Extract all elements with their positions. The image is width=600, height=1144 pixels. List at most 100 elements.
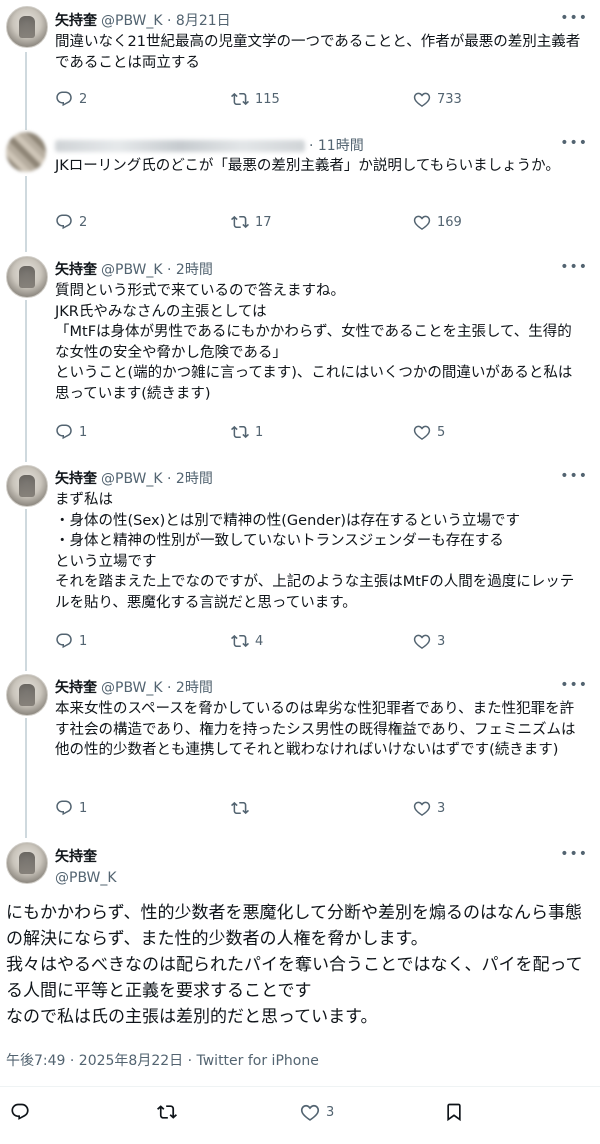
retweet-icon [231, 213, 249, 231]
retweet-button[interactable]: 115 [231, 90, 280, 108]
thread-line [25, 52, 27, 130]
like-count: 5 [437, 424, 446, 440]
handle-time[interactable]: @PBW_K · 2時間 [101, 680, 213, 696]
tweet-actions: 1 1 5 [55, 423, 600, 443]
bookmark-icon [444, 1102, 464, 1122]
like-count: 3 [326, 1104, 335, 1120]
retweet-icon [231, 632, 249, 650]
bookmark-button[interactable] [444, 1102, 464, 1122]
retweet-button[interactable]: 17 [231, 213, 272, 231]
author-name[interactable]: 矢持奎 [55, 13, 97, 29]
like-count: 3 [437, 633, 446, 649]
reply-icon [55, 423, 73, 441]
like-button[interactable]: 3 [413, 799, 445, 817]
tweet-actions: 1 4 3 [55, 632, 600, 652]
avatar[interactable] [6, 842, 48, 884]
tweet-actions: 1 3 [55, 799, 600, 819]
thread-line [25, 300, 27, 462]
handle-time[interactable]: @PBW_K · 8月21日 [101, 13, 231, 29]
heart-icon [413, 213, 431, 231]
retweet-button[interactable]: 1 [231, 423, 263, 441]
tweet-header: 矢持奎 @PBW_K · 8月21日 [55, 10, 231, 30]
reply-button[interactable]: 1 [55, 799, 87, 817]
reply-icon [55, 799, 73, 817]
divider [0, 1086, 600, 1087]
tweet-text: JKローリング氏のどこが「最悪の差別主義者」か説明してもらいましょうか。 [55, 158, 560, 174]
retweet-count: 4 [255, 633, 264, 649]
thread-line [25, 509, 27, 671]
like-button[interactable]: 169 [413, 213, 462, 231]
heart-icon [413, 799, 431, 817]
like-button[interactable]: 3 [300, 1102, 334, 1122]
tweet-header: 矢持奎 @PBW_K · 2時間 [55, 259, 213, 279]
author-name[interactable]: 矢持奎 [55, 471, 97, 487]
retweet-icon [231, 90, 249, 108]
reply-button[interactable]: 2 [55, 213, 87, 231]
like-count: 169 [437, 214, 462, 230]
reply-button[interactable]: 1 [55, 632, 87, 650]
reply-count: 2 [79, 214, 88, 230]
tweet-text: 間違いなく21世紀最高の児童文学の一つであることと、作者が最悪の差別主義者である… [55, 34, 581, 71]
avatar[interactable] [6, 465, 48, 507]
tweet-header: · 11時間 [55, 135, 364, 155]
avatar[interactable] [6, 132, 46, 172]
retweet-button[interactable]: 4 [231, 632, 263, 650]
avatar[interactable] [6, 6, 48, 48]
like-button[interactable]: 3 [413, 632, 445, 650]
heart-icon [300, 1102, 320, 1122]
reply-count: 1 [79, 424, 88, 440]
more-icon[interactable]: ••• [560, 468, 588, 484]
avatar[interactable] [6, 674, 48, 716]
like-button[interactable]: 733 [413, 90, 462, 108]
tweet-actions: 2 115 733 [55, 90, 600, 110]
retweet-button[interactable] [231, 799, 255, 817]
reply-icon [55, 213, 73, 231]
reply-icon [55, 90, 73, 108]
more-icon[interactable]: ••• [560, 677, 588, 693]
retweet-count: 1 [255, 424, 264, 440]
reply-count: 1 [79, 800, 88, 816]
main-tweet-text: にもかかわらず、性的少数者を悪魔化して分断や差別を煽るのはなんら事態の解決になら… [6, 903, 583, 1027]
thread-line [25, 176, 27, 252]
avatar[interactable] [6, 256, 48, 298]
tweet-text: 本来女性のスペースを脅かしているのは卑劣な性犯罪者であり、また性犯罪を許す社会の… [55, 701, 576, 758]
retweet-count: 17 [255, 214, 272, 230]
author-name[interactable]: 矢持奎 [55, 846, 117, 866]
reply-count: 2 [79, 91, 88, 107]
heart-icon [413, 90, 431, 108]
reply-icon [10, 1102, 30, 1122]
tweet-timestamp[interactable]: 午後7:49 · 2025年8月22日 · Twitter for iPhone [6, 1050, 319, 1070]
heart-icon [413, 632, 431, 650]
more-icon[interactable]: ••• [560, 10, 588, 26]
main-author: 矢持奎 @PBW_K [55, 846, 117, 886]
tweet-text: 質問という形式で来ているので答えますね。 JKR氏やみなさんの主張としては 「M… [55, 283, 573, 402]
more-icon[interactable]: ••• [560, 846, 588, 862]
author-name-blurred [55, 140, 305, 152]
retweet-icon [157, 1102, 177, 1122]
heart-icon [413, 423, 431, 441]
reply-button[interactable]: 2 [55, 90, 87, 108]
handle-time[interactable]: · 11時間 [309, 138, 364, 154]
author-name[interactable]: 矢持奎 [55, 680, 97, 696]
author-name[interactable]: 矢持奎 [55, 262, 97, 278]
tweet-header: 矢持奎 @PBW_K · 2時間 [55, 468, 213, 488]
reply-icon [55, 632, 73, 650]
author-handle[interactable]: @PBW_K [55, 870, 117, 886]
handle-time[interactable]: @PBW_K · 2時間 [101, 262, 213, 278]
retweet-button[interactable] [157, 1102, 177, 1122]
tweet-text: まず私は ・身体の性(Sex)とは別で精神の性(Gender)は存在するという立… [55, 492, 575, 611]
tweet-actions: 2 17 169 [55, 213, 600, 233]
main-tweet-actions: 3 [0, 1096, 600, 1130]
retweet-count: 115 [255, 91, 280, 107]
like-count: 3 [437, 800, 446, 816]
retweet-icon [231, 423, 249, 441]
more-icon[interactable]: ••• [560, 135, 588, 151]
reply-button[interactable] [10, 1102, 30, 1122]
more-icon[interactable]: ••• [560, 259, 588, 275]
like-button[interactable]: 5 [413, 423, 445, 441]
retweet-icon [231, 799, 249, 817]
handle-time[interactable]: @PBW_K · 2時間 [101, 471, 213, 487]
reply-count: 1 [79, 633, 88, 649]
tweet-header: 矢持奎 @PBW_K · 2時間 [55, 677, 213, 697]
reply-button[interactable]: 1 [55, 423, 87, 441]
